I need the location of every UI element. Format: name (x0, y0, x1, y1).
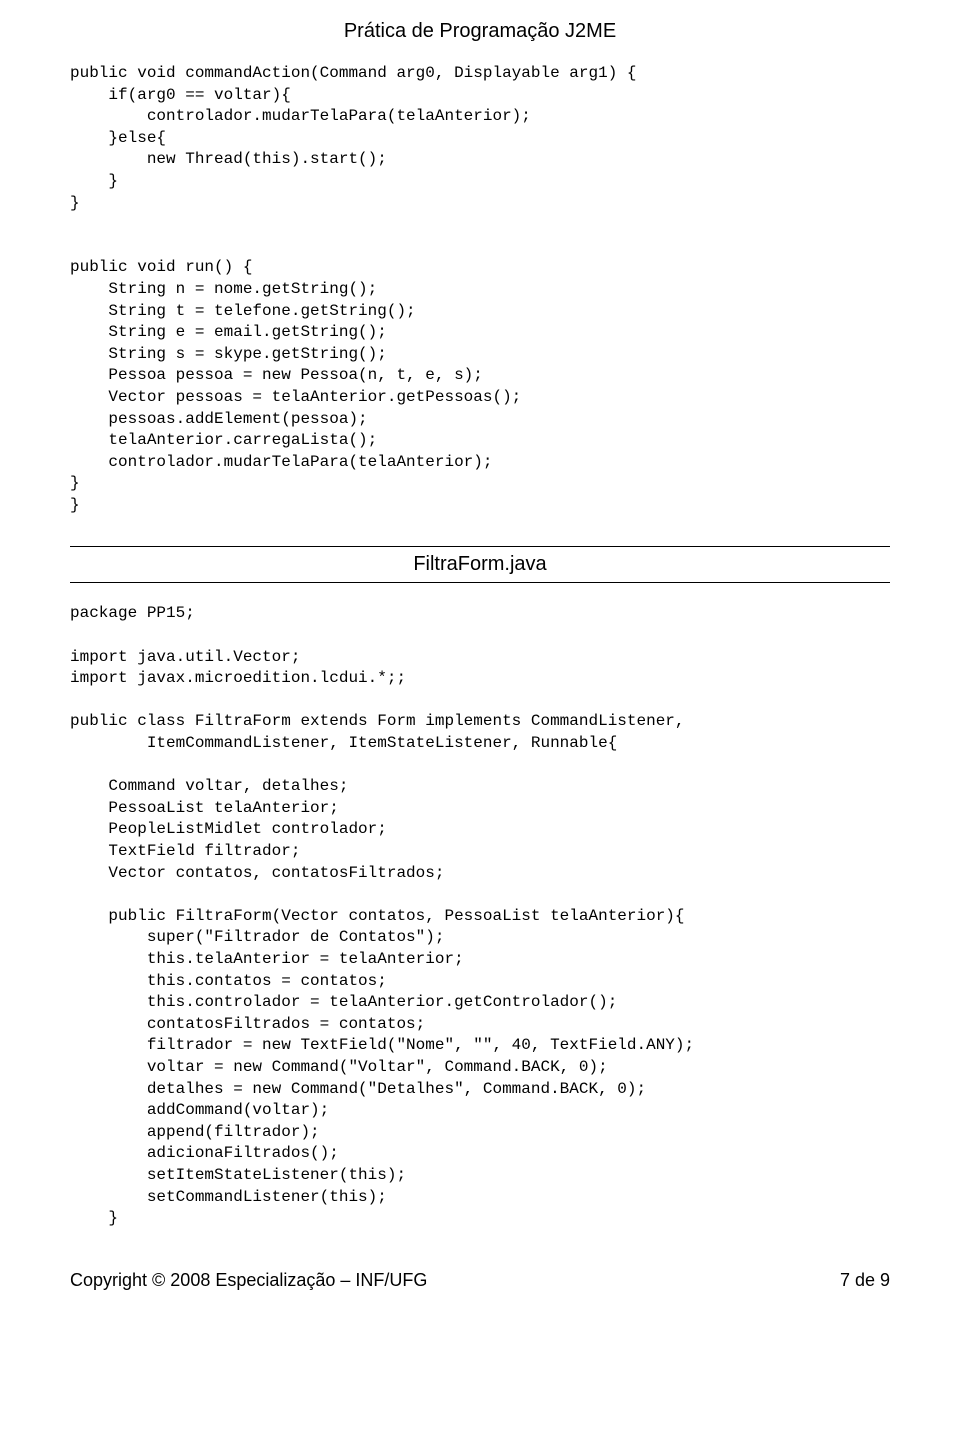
page-title: Prática de Programação J2ME (70, 20, 890, 43)
code-block-1: public void commandAction(Command arg0, … (70, 63, 890, 516)
divider-bottom (70, 582, 890, 583)
code-block-2: package PP15; import java.util.Vector; i… (70, 603, 890, 1229)
page-footer: Copyright © 2008 Especialização – INF/UF… (70, 1270, 890, 1291)
footer-right: 7 de 9 (840, 1270, 890, 1291)
document-page: Prática de Programação J2ME public void … (0, 0, 960, 1321)
footer-left: Copyright © 2008 Especialização – INF/UF… (70, 1270, 427, 1291)
section-title: FiltraForm.java (70, 547, 890, 582)
